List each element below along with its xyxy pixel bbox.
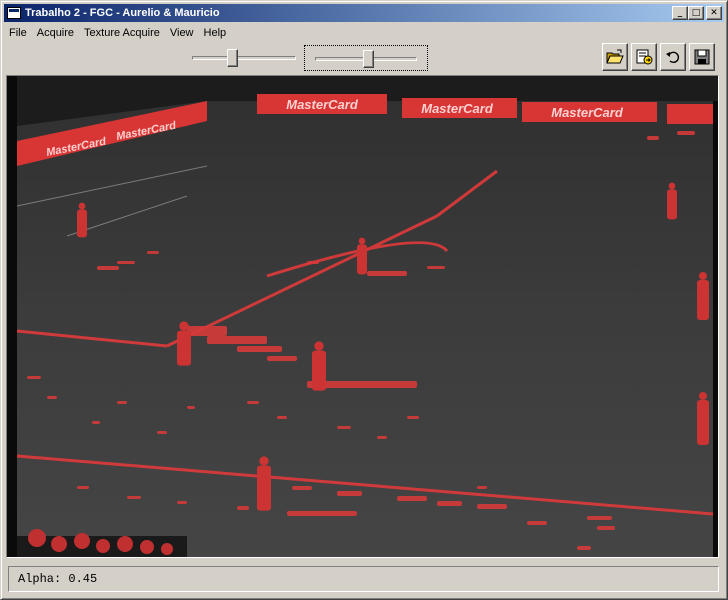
detection-blob <box>47 396 57 399</box>
slider-1-track[interactable] <box>192 56 296 60</box>
slider-1-thumb[interactable] <box>227 49 239 67</box>
alpha-status: Alpha: 0.45 <box>18 572 98 586</box>
menu-view[interactable]: View <box>165 27 199 39</box>
detection-blob <box>437 501 462 506</box>
export-button[interactable] <box>631 43 657 71</box>
video-frame: MasterCard MasterCard MasterCard MasterC… <box>7 76 718 557</box>
detection-blob <box>407 416 419 419</box>
status-bar: Alpha: 0.45 <box>8 566 719 592</box>
detection-blob <box>367 271 407 276</box>
detection-blob <box>92 421 100 424</box>
detection-blob <box>207 336 267 344</box>
detection-blob <box>577 546 591 550</box>
detection-blob <box>477 504 507 509</box>
slider-1[interactable] <box>182 45 306 71</box>
menu-file[interactable]: File <box>4 27 32 39</box>
detection-blob <box>187 326 227 336</box>
billboard-label-1: MasterCard <box>286 97 359 112</box>
detection-blob <box>307 261 319 264</box>
detection-blob <box>267 356 297 361</box>
detection-blob <box>527 521 547 525</box>
detection-blob <box>247 401 259 404</box>
detection-blob <box>117 261 135 264</box>
detection-blob <box>647 136 659 140</box>
slider-2-thumb[interactable] <box>363 50 375 68</box>
open-icon <box>606 49 624 64</box>
toolbar <box>4 42 724 74</box>
detection-blob <box>427 266 445 269</box>
title-bar[interactable]: Trabalho 2 - FGC - Aurelio & Mauricio _ … <box>4 4 724 22</box>
app-window-icon[interactable] <box>7 7 21 19</box>
detection-blob <box>292 486 312 490</box>
detection-blob <box>187 406 195 409</box>
billboard-label-2: MasterCard <box>421 101 494 116</box>
detection-blob <box>237 506 249 510</box>
detection-blob <box>277 416 287 419</box>
app-window: Trabalho 2 - FGC - Aurelio & Mauricio _ … <box>0 0 728 600</box>
detection-blob <box>337 426 351 429</box>
detection-blob <box>177 501 187 504</box>
menu-texture-acquire[interactable]: Texture Acquire <box>79 27 165 39</box>
undo-button[interactable] <box>660 43 686 71</box>
close-button[interactable]: ✕ <box>706 6 722 20</box>
minimize-button[interactable]: _ <box>672 6 688 20</box>
menu-acquire[interactable]: Acquire <box>32 27 79 39</box>
detection-blob <box>147 251 159 254</box>
detection-blob <box>337 491 362 496</box>
open-button[interactable] <box>602 43 628 71</box>
save-button[interactable] <box>689 43 715 71</box>
detection-blob <box>477 486 487 489</box>
detection-blob <box>77 486 89 489</box>
detection-blob <box>237 346 282 352</box>
detection-blob <box>287 511 357 516</box>
detection-blob <box>677 131 695 135</box>
window-title: Trabalho 2 - FGC - Aurelio & Mauricio <box>25 7 220 19</box>
left-border-strip <box>7 76 17 557</box>
menu-help[interactable]: Help <box>199 27 232 39</box>
detection-blob <box>597 526 615 530</box>
detection-blob <box>397 496 427 501</box>
right-border-strip <box>713 76 718 557</box>
detection-blob <box>97 266 119 270</box>
save-icon <box>694 49 710 65</box>
billboard-label-3: MasterCard <box>551 105 624 120</box>
slider-2[interactable] <box>304 45 428 71</box>
detection-blob <box>27 376 41 379</box>
detection-blob <box>377 436 387 439</box>
video-view[interactable]: MasterCard MasterCard MasterCard MasterC… <box>6 75 719 558</box>
detection-blob <box>157 431 167 434</box>
window-controls: _ □ ✕ <box>672 6 722 20</box>
export-icon <box>636 49 653 65</box>
maximize-button[interactable]: □ <box>688 6 704 20</box>
detection-blob <box>127 496 141 499</box>
detection-blob <box>587 516 612 520</box>
undo-icon <box>666 51 680 64</box>
menu-bar: File Acquire Texture Acquire View Help <box>4 23 231 42</box>
detection-blob <box>117 401 127 404</box>
